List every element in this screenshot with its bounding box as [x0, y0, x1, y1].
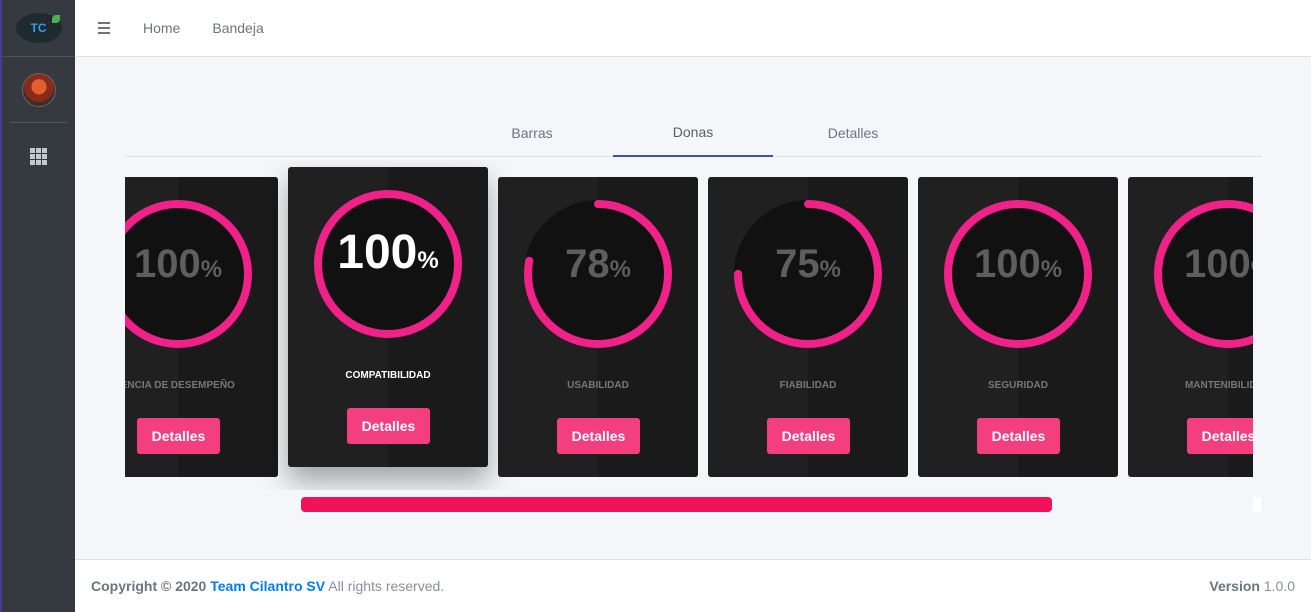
sidebar: TC	[0, 0, 75, 612]
donut-card: 100% SEGURIDAD Detalles	[918, 177, 1118, 477]
brand-logo-text: TC	[30, 21, 47, 35]
nav-link-bandeja[interactable]: Bandeja	[212, 20, 263, 36]
donut-label: SEGURIDAD	[987, 380, 1048, 391]
donut-percent-value: 75%	[775, 242, 841, 286]
top-navbar: Home Bandeja	[75, 0, 1311, 57]
detalles-button[interactable]: Detalles	[767, 418, 850, 454]
avatar[interactable]	[21, 72, 56, 107]
version-number: 1.0.0	[1263, 578, 1295, 594]
footer-version: Version 1.0.0	[1209, 578, 1295, 594]
donut-label: COMPATIBILIDAD	[345, 370, 431, 381]
version-label: Version	[1209, 578, 1260, 594]
donut-percent-value: 100%	[337, 226, 439, 279]
detalles-button[interactable]: Detalles	[557, 418, 640, 454]
detalles-button[interactable]: Detalles	[1187, 418, 1253, 454]
carousel-scrollbar[interactable]	[301, 497, 1052, 512]
donut-percent-value: 100%	[133, 242, 223, 286]
donut-carousel: 100% EFICIENCIA DE DESEMPEÑO Detalles 100% C…	[125, 160, 1253, 490]
detalles-button[interactable]: Detalles	[137, 418, 220, 454]
sidebar-item-apps[interactable]	[2, 123, 75, 189]
brand-logo-area[interactable]: TC	[2, 0, 75, 57]
grid-icon	[30, 147, 47, 165]
donut-card: 100% EFICIENCIA DE DESEMPEÑO Detalles	[125, 177, 278, 477]
detalles-button[interactable]: Detalles	[977, 418, 1060, 454]
footer: Copyright © 2020 Team Cilantro SV All ri…	[75, 559, 1311, 612]
donut-label: USABILIDAD	[567, 380, 629, 391]
donut-percent-value: 100%	[1183, 242, 1253, 286]
donut-card: 100% MANTENIBILIDAD Detalles	[1128, 177, 1253, 477]
rights-text: All rights reserved.	[328, 578, 445, 594]
hamburger-menu-icon[interactable]	[98, 22, 110, 34]
tab-donas[interactable]: Donas	[613, 108, 773, 157]
copyright-text: Copyright © 2020	[91, 578, 207, 594]
donut-card: 78% USABILIDAD Detalles	[498, 177, 698, 477]
scrollbar-end	[1253, 497, 1261, 512]
tab-barras[interactable]: Barras	[452, 108, 612, 157]
user-panel	[10, 57, 67, 123]
detalles-button[interactable]: Detalles	[347, 408, 430, 444]
donut-percent-value: 100%	[973, 242, 1063, 286]
footer-copyright: Copyright © 2020 Team Cilantro SV All ri…	[91, 578, 444, 594]
donut-card: 100% COMPATIBILIDAD Detalles	[288, 167, 488, 467]
donut-label: MANTENIBILIDAD	[1184, 380, 1253, 391]
brand-logo[interactable]: TC	[15, 13, 62, 43]
donut-label: FIABILIDAD	[779, 380, 837, 391]
chart-tabs: Barras Donas Detalles	[125, 108, 1261, 157]
nav-link-home[interactable]: Home	[143, 20, 180, 36]
donut-label: EFICIENCIA DE DESEMPEÑO	[125, 380, 235, 391]
tab-detalles[interactable]: Detalles	[773, 108, 933, 157]
donut-percent-value: 78%	[565, 242, 631, 286]
leaf-icon	[51, 15, 60, 23]
donut-card: 75% FIABILIDAD Detalles	[708, 177, 908, 477]
team-link[interactable]: Team Cilantro SV	[210, 578, 325, 594]
